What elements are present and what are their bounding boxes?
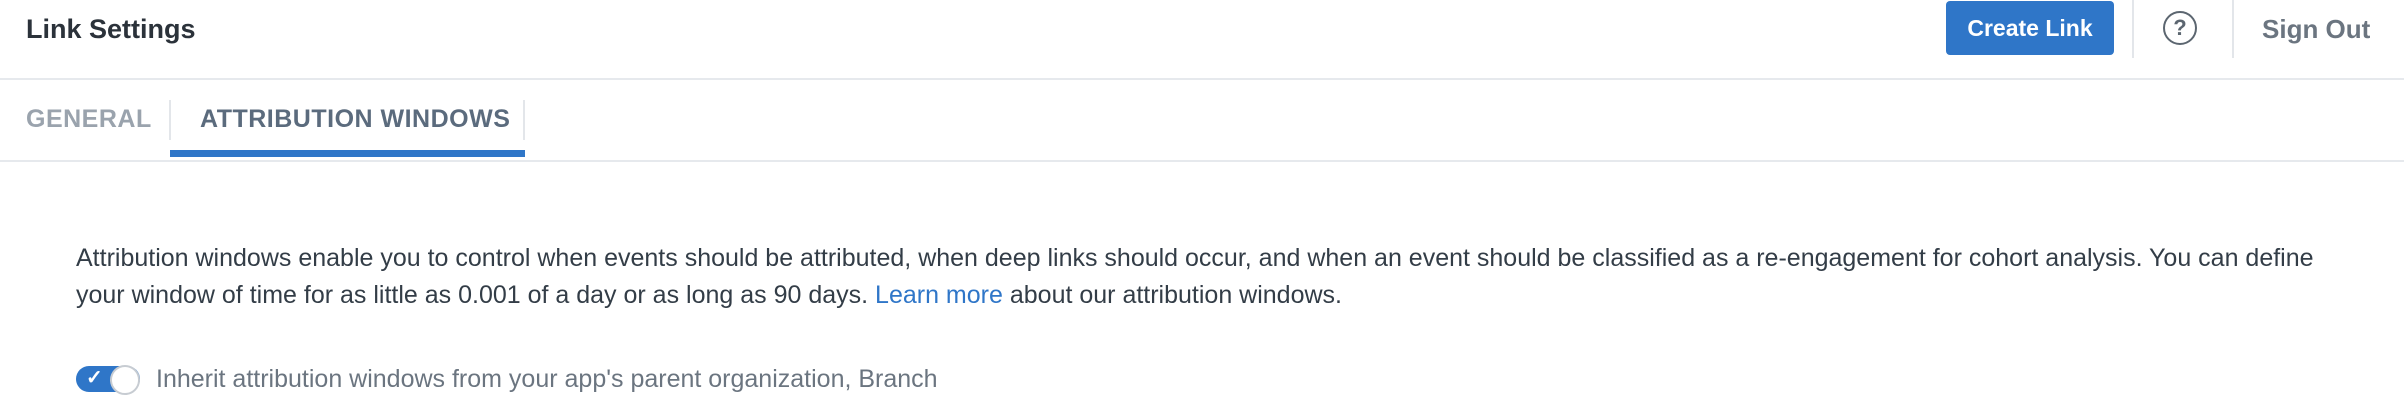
check-icon: ✓ xyxy=(86,367,103,389)
description-text-end: about our attribution windows. xyxy=(1002,281,1342,309)
tab-separator xyxy=(169,100,171,140)
help-icon[interactable]: ? xyxy=(2163,11,2197,45)
inherit-toggle[interactable]: ✓ xyxy=(76,365,140,395)
top-header: Link Settings Create Link ? Sign Out xyxy=(0,0,2404,80)
attribution-description: Attribution windows enable you to contro… xyxy=(76,240,2326,314)
toggle-knob xyxy=(110,365,140,395)
tab-separator xyxy=(523,100,525,140)
header-divider xyxy=(2132,0,2134,58)
sign-out-button[interactable]: Sign Out xyxy=(2262,14,2370,45)
link-settings-page: Link Settings Create Link ? Sign Out GEN… xyxy=(0,0,2404,414)
inherit-toggle-label: Inherit attribution windows from your ap… xyxy=(156,364,938,393)
tab-general[interactable]: GENERAL xyxy=(26,105,152,134)
create-link-button[interactable]: Create Link xyxy=(1946,1,2114,55)
learn-more-link[interactable]: Learn more xyxy=(875,281,1003,309)
page-title: Link Settings xyxy=(26,14,196,44)
inherit-toggle-row: ✓ Inherit attribution windows from your … xyxy=(76,362,938,396)
header-divider xyxy=(2232,0,2234,58)
question-mark-glyph: ? xyxy=(2173,15,2187,40)
settings-tabs: GENERAL ATTRIBUTION WINDOWS xyxy=(0,80,2404,162)
tab-attribution-windows[interactable]: ATTRIBUTION WINDOWS xyxy=(200,105,510,134)
active-tab-indicator xyxy=(170,150,525,157)
